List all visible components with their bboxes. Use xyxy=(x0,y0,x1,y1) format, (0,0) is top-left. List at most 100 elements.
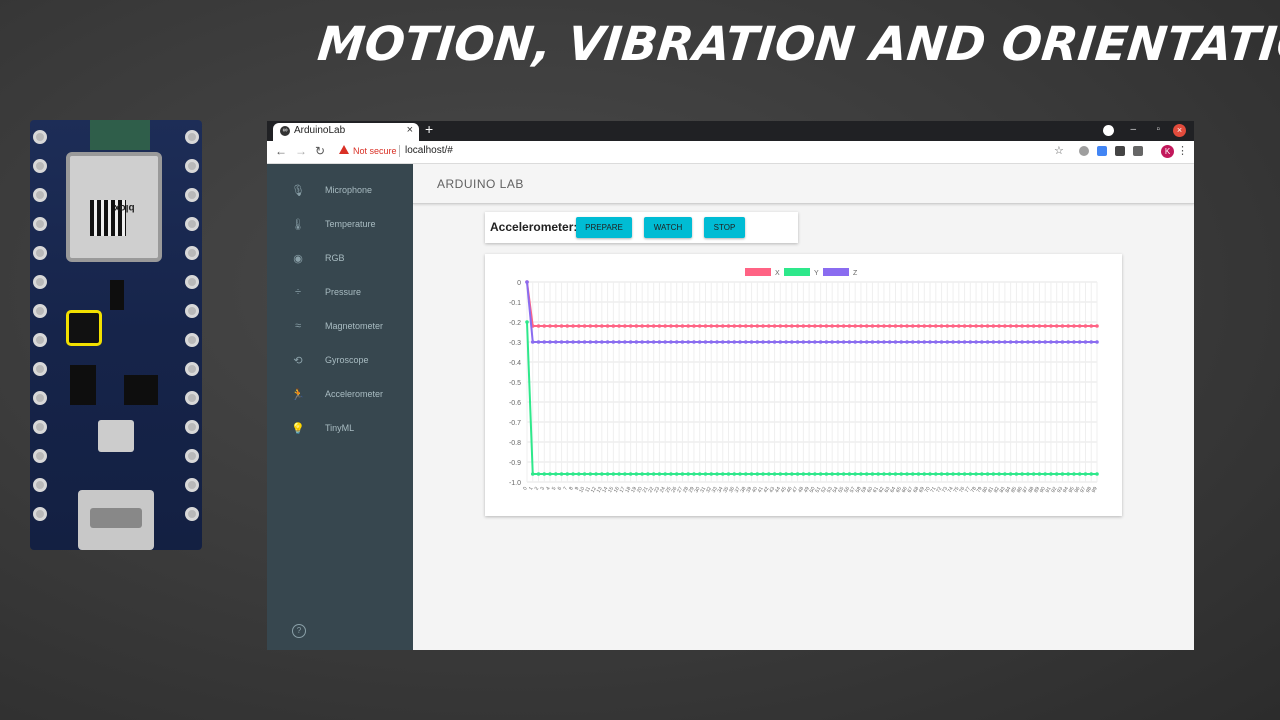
sidebar-item-pressure[interactable]: ÷ Pressure xyxy=(267,275,413,309)
bookmark-star-icon[interactable]: ☆ xyxy=(1054,144,1064,157)
data-point-y xyxy=(720,472,725,476)
data-point-y xyxy=(703,472,708,476)
header-pin xyxy=(33,130,47,144)
minimize-icon[interactable]: – xyxy=(1130,124,1136,135)
data-point-y xyxy=(916,472,921,476)
browser-menu-icon[interactable]: ⋮ xyxy=(1177,144,1188,157)
app-bar: ARDUINO LAB xyxy=(413,164,1194,204)
data-point-z xyxy=(916,340,921,344)
tab-strip: ∞ ArduinoLab × + – ▫ × xyxy=(267,121,1194,141)
data-point-x xyxy=(663,324,667,328)
data-point-z xyxy=(680,340,685,344)
stop-button[interactable]: STOP xyxy=(704,217,745,238)
data-point-y xyxy=(577,472,581,476)
data-point-y xyxy=(1049,472,1053,476)
data-point-y xyxy=(985,472,990,476)
data-point-y xyxy=(922,472,927,476)
address-bar[interactable]: localhost/# xyxy=(405,145,453,156)
data-point-x xyxy=(548,324,552,328)
data-point-z xyxy=(847,340,852,344)
prepare-button[interactable]: PREPARE xyxy=(576,217,632,238)
data-point-x xyxy=(582,324,587,328)
sidebar-item-label: Temperature xyxy=(325,219,376,229)
extension-icon[interactable] xyxy=(1115,146,1125,156)
sidebar-item-magnetometer[interactable]: ≈ Magnetometer xyxy=(267,309,413,343)
sidebar-item-rgb[interactable]: ◉ RGB xyxy=(267,241,413,275)
data-point-z xyxy=(772,340,777,344)
data-point-z xyxy=(864,340,869,344)
data-point-x xyxy=(778,324,783,328)
help-icon[interactable]: ? xyxy=(292,624,306,638)
tinyml-icon: 💡 xyxy=(291,423,305,435)
accelerometer-chart-card: 0 -0.1 -0.2 -0.3 -0.4 -0.5 -0.6 -0.7 -0.8 -0.9 -1.… xyxy=(485,254,1122,516)
data-point-y xyxy=(657,472,662,476)
data-point-y xyxy=(726,472,731,476)
reload-icon[interactable]: ↻ xyxy=(315,144,325,158)
data-point-z xyxy=(663,340,667,344)
data-point-y xyxy=(876,472,881,476)
sidebar-item-microphone[interactable]: 🎙 Microphone xyxy=(267,173,413,207)
data-point-z xyxy=(853,340,857,344)
sidebar-item-temperature[interactable]: 🌡 Temperature xyxy=(267,207,413,241)
data-point-y xyxy=(686,472,691,476)
new-tab-button[interactable]: + xyxy=(425,121,433,137)
data-point-z xyxy=(623,340,627,344)
data-point-z xyxy=(790,340,794,344)
data-point-y xyxy=(997,472,1001,476)
data-point-z xyxy=(962,340,967,344)
not-secure-label[interactable]: Not secure xyxy=(353,146,397,156)
data-point-x xyxy=(709,324,714,328)
header-pin xyxy=(33,362,47,376)
tab-close-button[interactable]: × xyxy=(407,124,413,136)
forward-arrow-icon[interactable]: → xyxy=(295,144,307,158)
rgb-icon: ◉ xyxy=(293,253,303,265)
data-point-y xyxy=(847,472,852,476)
data-point-x xyxy=(974,324,978,328)
data-point-y xyxy=(588,472,593,476)
window-menu-icon[interactable] xyxy=(1103,125,1114,136)
data-point-x xyxy=(669,324,673,328)
y-tick-label: -0.7 xyxy=(509,420,521,427)
sidebar-item-tinyml[interactable]: 💡 TinyML xyxy=(267,411,413,445)
y-tick-label: -0.5 xyxy=(509,380,521,387)
extension-globe-icon[interactable] xyxy=(1079,146,1089,156)
accelerometer-chart: 0 -0.1 -0.2 -0.3 -0.4 -0.5 -0.6 -0.7 -0.8 -0.9 -1.… xyxy=(509,268,1099,494)
data-point-x xyxy=(1054,324,1059,328)
watch-button[interactable]: WATCH xyxy=(644,217,692,238)
data-point-x xyxy=(761,324,765,328)
data-point-y xyxy=(1054,472,1059,476)
back-arrow-icon[interactable]: ← xyxy=(275,144,287,158)
sidebar-item-gyroscope[interactable]: ⟲ Gyroscope xyxy=(267,343,413,377)
profile-avatar[interactable]: K xyxy=(1161,145,1174,158)
data-point-x xyxy=(951,324,955,328)
browser-tab[interactable]: ∞ ArduinoLab × xyxy=(273,123,419,141)
data-point-z xyxy=(726,340,731,344)
data-point-x xyxy=(1095,324,1099,328)
data-point-x xyxy=(882,324,886,328)
header-pin xyxy=(185,159,199,173)
maximize-icon[interactable]: ▫ xyxy=(1156,124,1160,135)
translate-icon[interactable] xyxy=(1097,146,1107,156)
data-point-z xyxy=(985,340,990,344)
browser-toolbar: ← → ↻ Not secure localhost/# ☆ K ⋮ xyxy=(267,141,1194,164)
data-point-x xyxy=(807,324,811,328)
data-point-z xyxy=(801,340,806,344)
data-point-y xyxy=(732,472,737,476)
sidebar-item-accelerometer[interactable]: 🏃 Accelerometer xyxy=(267,377,413,411)
sensor-label: Accelerometer: xyxy=(490,220,578,234)
data-point-y xyxy=(859,472,863,476)
data-point-x xyxy=(628,324,633,328)
data-point-y xyxy=(841,472,846,476)
data-point-z xyxy=(611,340,616,344)
data-point-z xyxy=(1037,340,1042,344)
puzzle-icon[interactable] xyxy=(1133,146,1143,156)
close-window-button[interactable]: × xyxy=(1173,124,1186,137)
data-point-y xyxy=(980,472,984,476)
data-point-x xyxy=(859,324,863,328)
data-point-z xyxy=(1066,340,1071,344)
y-tick-label: 0 xyxy=(517,280,521,287)
data-point-x xyxy=(1037,324,1042,328)
data-point-x xyxy=(916,324,921,328)
data-point-z xyxy=(928,340,932,344)
data-point-z xyxy=(1031,340,1036,344)
